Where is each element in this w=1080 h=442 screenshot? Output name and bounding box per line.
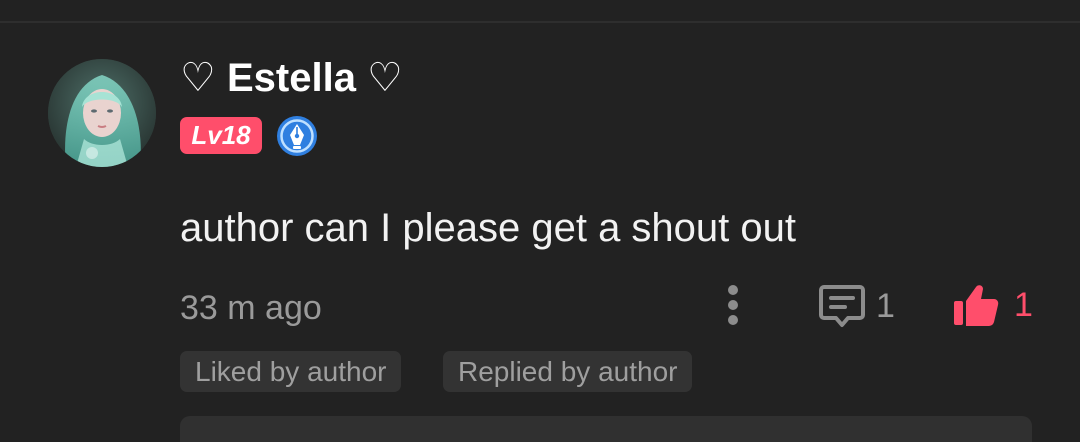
like-count: 1 xyxy=(1014,286,1033,324)
liked-by-author-tag: Liked by author xyxy=(180,351,402,392)
more-vertical-icon-dot xyxy=(728,300,738,310)
level-badge: Lv18 xyxy=(180,117,262,154)
divider xyxy=(0,21,1080,23)
more-vertical-icon xyxy=(728,285,738,295)
comment-card: ♡ Estella ♡ Lv18 author can I please get… xyxy=(0,0,1080,442)
like-button[interactable]: 1 xyxy=(952,280,1033,330)
avatar[interactable] xyxy=(48,59,156,167)
comment-bubble-icon xyxy=(819,285,865,327)
more-options-button[interactable] xyxy=(716,282,752,328)
pen-nib-badge-icon xyxy=(276,115,318,157)
reply-button[interactable]: 1 xyxy=(818,282,895,330)
username[interactable]: ♡ Estella ♡ xyxy=(180,55,403,101)
replied-by-author-tag: Replied by author xyxy=(443,351,693,392)
comment-text: author can I please get a shout out xyxy=(180,206,796,250)
reply-preview-box[interactable] xyxy=(180,416,1032,442)
timestamp: 33 m ago xyxy=(180,289,322,327)
thumbs-up-icon xyxy=(954,285,999,326)
reply-count: 1 xyxy=(876,287,895,325)
more-vertical-icon-dot xyxy=(728,315,738,325)
avatar-image xyxy=(48,59,156,167)
